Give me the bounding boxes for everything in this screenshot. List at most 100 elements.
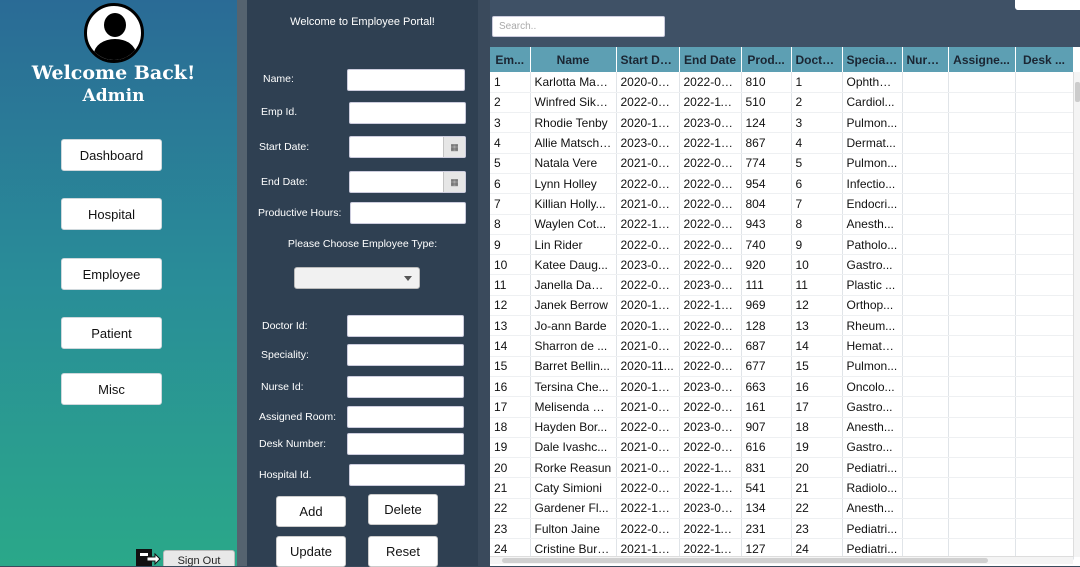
table-cell: 21 [791,477,843,499]
delete-button[interactable]: Delete [368,494,438,525]
table-row[interactable]: 2 Winfred Siko... 2022-05... 2022-11... 510 2… [490,92,1074,114]
table-row[interactable]: 5 Natala Vere 2021-06... 2022-07... 774 5 Pulm… [490,153,1074,174]
start-date-picker[interactable]: ▦ [349,136,466,158]
table-cell [1015,315,1074,337]
table-cell: 2020-09... [616,72,680,93]
table-row[interactable]: 1 Karlotta Mart... 2020-09... 2022-09... 810… [490,72,1074,93]
column-header[interactable]: Name [530,47,617,72]
table-row[interactable]: 11 Janella Dawes 2022-08... 2023-02... 111 11… [490,274,1074,296]
table-cell: 2022-04... [679,214,742,235]
column-header[interactable]: Nurs... [902,47,949,72]
column-header[interactable]: Start Date [616,47,680,72]
table-row[interactable]: 13 Jo-ann Barde 2020-12... 2022-06... 128 13 R… [490,315,1074,337]
hospital-button[interactable]: Hospital [61,198,162,230]
table-cell: 2022-10... [616,214,680,235]
horizontal-scrollbar[interactable] [490,556,1073,564]
table-row[interactable]: 3 Rhodie Tenby 2020-12... 2023-01... 124 3 Pul… [490,112,1074,134]
column-header[interactable]: Docto... [791,47,843,72]
table-cell: 1 [490,72,531,93]
table-row[interactable]: 22 Gardener Fl... 2022-10... 2023-01... 134 2… [490,498,1074,520]
sidebar: Welcome Back! Admin Dashboard Hospital E… [0,0,237,566]
table-row[interactable]: 16 Tersina Che... 2020-12... 2023-02... 663 1… [490,376,1074,398]
add-button[interactable]: Add [276,496,346,527]
table-cell: Gardener Fl... [530,498,617,520]
hospital-id-input[interactable] [349,464,465,486]
column-header[interactable]: Em... [490,47,531,72]
table-row[interactable]: 19 Dale Ivashc... 2021-01... 2022-03... 616 1… [490,437,1074,459]
table-row[interactable]: 17 Melisenda G... 2021-05... 2022-09... 161 1… [490,396,1074,418]
table-row[interactable]: 9 Lin Rider 2022-09... 2022-07... 740 9 Pathol… [490,234,1074,256]
table-cell [948,396,1016,418]
table-cell: Endocri... [842,193,903,215]
table-row[interactable]: 4 Allie Matschuk 2023-01... 2022-10... 867 4 D… [490,132,1074,154]
end-date-picker[interactable]: ▦ [349,171,466,193]
table-cell: Karlotta Mart... [530,72,617,93]
table-row[interactable]: 6 Lynn Holley 2022-07... 2022-09... 954 6 Infe… [490,173,1074,195]
table-row[interactable]: 20 Rorke Reasun 2021-03... 2022-11... 831 20 P… [490,457,1074,479]
column-header[interactable]: Prod... [741,47,792,72]
desk-number-input[interactable] [347,433,464,455]
table-cell [948,234,1016,256]
column-header[interactable]: Assigne... [948,47,1016,72]
column-header[interactable]: End Date [679,47,742,72]
column-header[interactable]: Desk ... [1015,47,1074,72]
table-cell: 2022-10... [679,295,742,317]
productive-hours-input[interactable] [350,202,466,224]
employee-table[interactable]: Em... Name Start Date End Date Prod... Docto.… [490,47,1080,566]
table-cell: 2 [490,92,531,114]
calendar-icon[interactable]: ▦ [443,137,465,157]
table-cell [948,376,1016,398]
table-cell: 616 [741,437,792,459]
table-cell: 15 [490,356,531,377]
misc-button[interactable]: Misc [61,373,162,405]
employee-type-select[interactable] [294,267,420,289]
table-cell [1015,457,1074,479]
table-cell [1015,376,1074,398]
update-button[interactable]: Update [276,536,346,567]
calendar-icon[interactable]: ▦ [443,172,465,192]
table-header-row: Em... Name Start Date End Date Prod... Docto.… [490,47,1074,72]
reset-button[interactable]: Reset [368,536,438,567]
vertical-scrollbar[interactable] [1073,72,1080,557]
table-row[interactable]: 15 Barret Bellin... 2020-11... 2022-03... 67… [490,356,1074,377]
table-row[interactable]: 8 Waylen Cot... 2022-10... 2022-04... 943 8 An… [490,214,1074,235]
table-cell: 2022-07... [616,173,680,195]
table-row[interactable]: 12 Janek Berrow 2020-10... 2022-10... 969 12 O… [490,295,1074,317]
table-cell: Pulmon... [842,356,903,377]
table-cell: 20 [791,457,843,479]
name-input[interactable] [347,69,465,91]
table-cell: 2022-09... [679,396,742,418]
assigned-room-input[interactable] [347,406,464,428]
table-cell: Infectio... [842,173,903,195]
table-row[interactable]: 18 Hayden Bor... 2022-02... 2023-01... 907 18… [490,417,1074,438]
nurse-id-input[interactable] [347,376,464,398]
doctor-id-input[interactable] [347,315,464,337]
table-cell: 740 [741,234,792,256]
employee-button[interactable]: Employee [61,258,162,290]
dashboard-button[interactable]: Dashboard [61,139,162,171]
speciality-input[interactable] [347,344,464,366]
table-cell: Ophthal... [842,72,903,93]
table-row[interactable]: 10 Katee Daug... 2023-03... 2022-05... 920 10… [490,254,1074,276]
table-cell [1015,254,1074,276]
table-row[interactable]: 7 Killian Holly... 2021-05... 2022-06... 804… [490,193,1074,215]
table-cell: Hemato... [842,335,903,357]
table-cell [1015,132,1074,154]
table-row[interactable]: 23 Fulton Jaine 2022-09... 2022-11... 231 23 P… [490,518,1074,540]
table-cell: 2022-09... [679,173,742,195]
search-input[interactable] [492,16,665,37]
table-row[interactable]: 14 Sharron de ... 2021-04... 2022-04... 687 1… [490,335,1074,357]
table-cell [1015,295,1074,317]
sign-out-button[interactable]: Sign Out [163,550,235,566]
sign-out-icon[interactable] [135,548,161,566]
table-cell [948,498,1016,520]
emp-id-input[interactable] [349,102,466,124]
start-date-label: Start Date: [259,141,310,153]
table-cell: Waylen Cot... [530,214,617,235]
table-cell: 2021-05... [616,396,680,418]
assigned-room-label: Assigned Room: [259,411,337,423]
table-row[interactable]: 21 Caty Simioni 2022-09... 2022-10... 541 21 R… [490,477,1074,499]
table-cell: Janek Berrow [530,295,617,317]
column-header[interactable]: Special... [842,47,903,72]
patient-button[interactable]: Patient [61,317,162,349]
